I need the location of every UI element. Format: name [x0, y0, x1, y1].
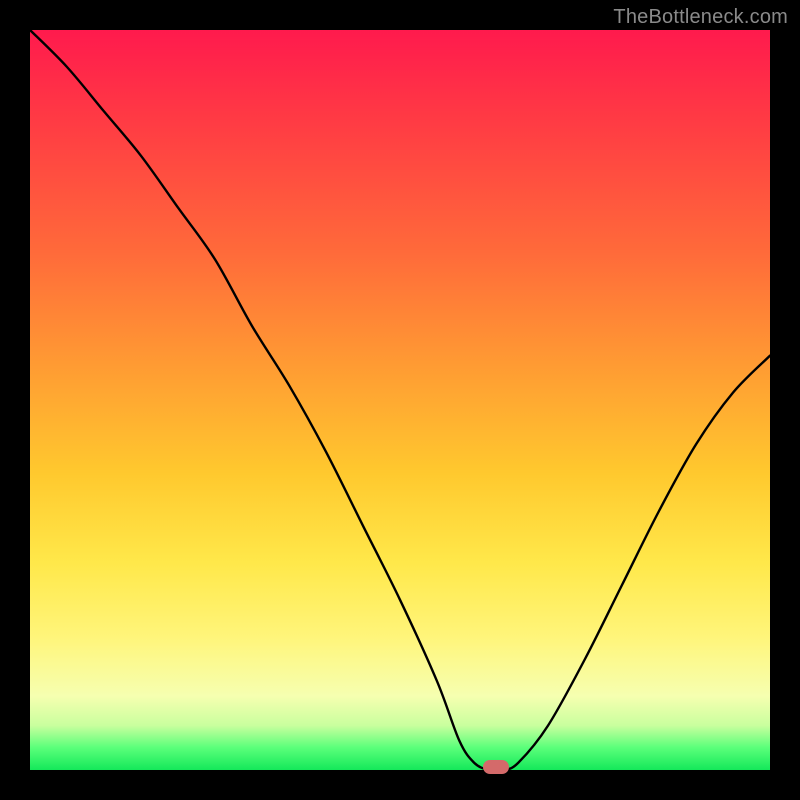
chart-frame: TheBottleneck.com: [0, 0, 800, 800]
plot-area: [30, 30, 770, 770]
bottleneck-curve: [30, 30, 770, 771]
curve-svg: [30, 30, 770, 770]
minimum-marker: [483, 760, 509, 774]
watermark-text: TheBottleneck.com: [613, 6, 788, 29]
